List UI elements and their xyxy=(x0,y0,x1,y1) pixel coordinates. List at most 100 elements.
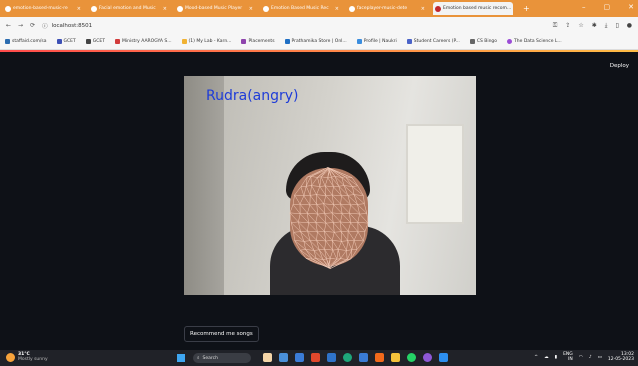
face-mesh-line xyxy=(315,214,318,223)
minimize-icon[interactable]: – xyxy=(582,3,586,11)
windows-start-icon[interactable] xyxy=(177,354,185,362)
widgets-app-icon[interactable] xyxy=(263,353,272,362)
profile-icon[interactable]: ● xyxy=(627,22,632,30)
face-mesh-line xyxy=(340,250,347,259)
browser-tab-4[interactable]: Emotion Based Music Rec × xyxy=(261,2,341,15)
taskbar-search[interactable]: ⌕ Search xyxy=(193,353,251,363)
face-mesh-line xyxy=(325,222,335,233)
terminal-icon[interactable] xyxy=(439,353,448,362)
face-mesh-line xyxy=(323,203,334,205)
face-mesh-line xyxy=(324,240,327,250)
bookmark-favicon-icon xyxy=(241,39,247,44)
face-mesh-line xyxy=(354,194,364,196)
bookmark-item[interactable]: Student Careers (P... xyxy=(406,39,460,44)
streamlit-favicon-icon xyxy=(435,5,441,12)
face-mesh-line xyxy=(333,185,339,188)
face-mesh-line xyxy=(334,176,340,187)
bookmark-item[interactable]: GCET xyxy=(56,39,76,44)
close-tab-icon[interactable]: × xyxy=(421,6,425,12)
taskbar-apps xyxy=(263,353,448,362)
share-icon[interactable]: ⇪ xyxy=(565,22,570,30)
back-icon[interactable]: ← xyxy=(6,22,11,29)
file-explorer-icon[interactable] xyxy=(295,353,304,362)
task-view-icon[interactable] xyxy=(279,353,288,362)
brave-browser-icon[interactable] xyxy=(311,353,320,362)
face-mesh-line xyxy=(332,250,338,260)
browser-tab-active[interactable]: Emotion based music recom...× xyxy=(433,2,513,15)
face-mesh-line xyxy=(303,186,307,196)
tab-label: Facial emotion and Music xyxy=(99,6,156,11)
face-mesh-line xyxy=(298,221,301,232)
bookmark-favicon-icon xyxy=(181,39,187,44)
bookmark-item[interactable]: staffaid.com/sa xyxy=(5,39,47,44)
face-mesh-line xyxy=(338,249,347,251)
bookmark-item[interactable]: CS Bingo xyxy=(469,39,497,44)
bookmarks-bar: staffaid.com/sa GCET GCET Ministry AAROG… xyxy=(0,34,638,50)
face-mesh-line xyxy=(294,240,304,242)
face-mesh-line xyxy=(310,176,318,178)
battery-icon[interactable]: ▮ xyxy=(555,355,557,360)
bookmark-item[interactable]: Placements xyxy=(241,39,275,44)
download-icon[interactable]: ⤓ xyxy=(605,22,608,30)
close-tab-icon[interactable]: × xyxy=(163,6,167,12)
face-mesh-line xyxy=(337,249,341,259)
face-mesh-line xyxy=(342,213,351,224)
bookmark-item[interactable]: (1) My Lab - Karn... xyxy=(181,39,231,44)
face-mesh-line xyxy=(359,213,367,215)
battery-status-icon[interactable]: ▭ xyxy=(598,355,602,360)
bookmark-item[interactable]: The Data Science L... xyxy=(507,39,562,44)
vscode-icon[interactable] xyxy=(359,353,368,362)
folder-icon[interactable] xyxy=(391,353,400,362)
bookmark-item[interactable]: GCET xyxy=(85,39,105,44)
bookmark-item[interactable]: Profile | Naukri xyxy=(356,39,397,44)
browser-tab-3[interactable]: Mood-based Music Player × xyxy=(175,2,255,15)
face-mesh-line xyxy=(341,240,348,242)
face-mesh-line xyxy=(323,203,333,214)
sublime-icon[interactable] xyxy=(375,353,384,362)
bookmark-item[interactable]: Prathamika Store | Onl... xyxy=(284,39,347,44)
whatsapp-icon[interactable] xyxy=(407,353,416,362)
face-mesh-line xyxy=(309,195,318,205)
forward-icon[interactable]: → xyxy=(18,22,23,29)
site-info-icon[interactable]: ⓘ xyxy=(42,22,48,30)
close-tab-icon[interactable]: × xyxy=(335,6,339,12)
browser-tab-1[interactable]: emotion-based-music-re × xyxy=(3,2,83,15)
bookmark-favicon-icon xyxy=(5,39,10,44)
store-icon[interactable] xyxy=(327,353,336,362)
close-window-icon[interactable]: ✕ xyxy=(628,3,634,11)
volume-icon[interactable]: ♪ xyxy=(589,355,592,360)
address-bar[interactable]: ⓘ localhost:8501 xyxy=(42,20,513,31)
bookmark-item[interactable]: Ministry AAROGYA S... xyxy=(114,39,172,44)
close-tab-icon[interactable]: × xyxy=(249,6,253,12)
star-icon[interactable]: ☆ xyxy=(578,22,583,30)
face-mesh-line xyxy=(352,185,358,187)
face-mesh-line xyxy=(293,203,300,205)
address-text: localhost:8501 xyxy=(51,22,93,29)
chrome-dev-icon[interactable] xyxy=(423,353,432,362)
face-mesh-line xyxy=(323,203,326,214)
new-tab-icon[interactable]: + xyxy=(523,4,530,13)
cloud-icon[interactable]: ☁ xyxy=(544,355,549,360)
extensions-icon[interactable]: ✱ xyxy=(592,22,597,30)
weather-widget[interactable]: 31°C Mostly sunny xyxy=(6,352,48,362)
face-mesh-line xyxy=(347,239,355,241)
browser-tab-5[interactable]: faceplayer-music-dete × xyxy=(347,2,427,15)
face-mesh-line xyxy=(341,241,347,251)
chevron-up-icon[interactable]: ^ xyxy=(534,355,538,360)
browser-tab-2[interactable]: Facial emotion and Music × xyxy=(89,2,169,15)
face-mesh-line xyxy=(331,232,335,241)
bookmark-favicon-icon xyxy=(114,39,120,44)
recommend-songs-button[interactable]: Recommend me songs xyxy=(184,326,259,342)
maximize-icon[interactable]: ▢ xyxy=(604,3,611,11)
deploy-button[interactable]: Deploy xyxy=(610,63,629,69)
wifi-icon[interactable]: ◠ xyxy=(579,355,583,360)
close-tab-icon[interactable]: × xyxy=(77,6,81,12)
side-panel-icon[interactable]: ▯ xyxy=(615,22,618,30)
key-icon[interactable]: ⚿ xyxy=(553,22,558,30)
chrome-icon[interactable] xyxy=(343,353,352,362)
reload-icon[interactable]: ⟳ xyxy=(30,22,35,29)
clock[interactable]: 13:02 12-05-2023 xyxy=(608,352,634,362)
face-mesh-line xyxy=(333,203,341,205)
face-mesh-line xyxy=(357,214,360,223)
language-indicator[interactable]: ENG IN xyxy=(563,352,573,362)
